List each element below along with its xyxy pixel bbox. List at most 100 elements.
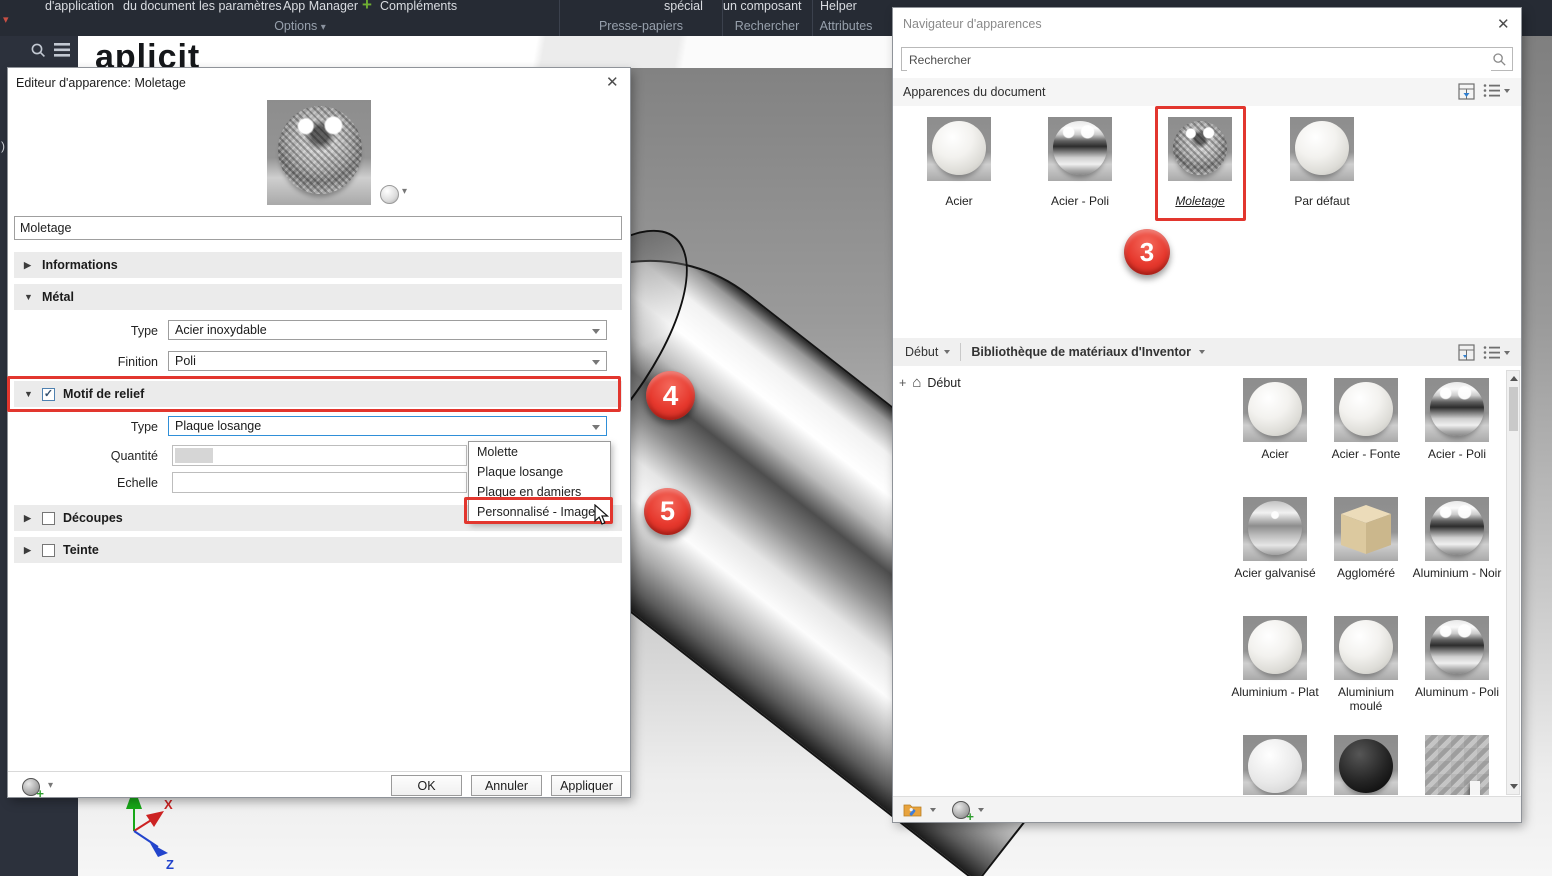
material-aluminium-noir[interactable]: Aluminium - Noir [1412, 497, 1502, 580]
material-row4-item2[interactable] [1321, 735, 1411, 795]
plus-icon[interactable]: + [899, 376, 906, 390]
expander-expanded-icon[interactable]: ▼ [24, 292, 34, 302]
material-acier-poli[interactable]: Acier - Poli [1412, 378, 1502, 461]
chevron-down-icon[interactable] [930, 808, 936, 812]
menu-hamburger-icon[interactable] [54, 43, 70, 57]
chevron-down-icon[interactable] [1199, 350, 1205, 354]
chevron-down-icon[interactable]: ▾ [402, 186, 407, 197]
ribbon-tab-parametres[interactable]: les paramètres [199, 0, 282, 13]
ok-button[interactable]: OK [391, 775, 462, 796]
ribbon-group-options[interactable]: Options ▾ [262, 19, 338, 33]
assign-to-document-icon[interactable] [1458, 344, 1475, 361]
material-label: Aluminum - Poli [1412, 685, 1502, 699]
quantite-input[interactable] [172, 445, 467, 466]
annuler-button[interactable]: Annuler [471, 775, 542, 796]
appliquer-button[interactable]: Appliquer [551, 775, 622, 796]
quick-access-caret-icon[interactable]: ▾ [3, 13, 9, 26]
search-icon[interactable] [1492, 52, 1507, 67]
ribbon-tab-options-document[interactable]: du document [123, 0, 195, 13]
material-aluminum-poli[interactable]: Aluminum - Poli [1412, 616, 1502, 699]
search-icon[interactable] [30, 42, 46, 58]
decoupes-checkbox[interactable] [42, 512, 55, 525]
manage-library-folder-icon[interactable] [903, 802, 922, 818]
close-icon[interactable]: ✕ [606, 73, 619, 91]
teinte-checkbox[interactable] [42, 544, 55, 557]
expander-collapsed-icon[interactable]: ▶ [24, 545, 34, 556]
home-icon: ⌂ [912, 374, 921, 391]
finition-combobox[interactable]: Poli [168, 351, 607, 371]
expander-collapsed-icon[interactable]: ▶ [24, 260, 34, 271]
doc-item-label: Acier [904, 194, 1014, 208]
close-icon[interactable]: ✕ [1497, 15, 1510, 33]
doc-appearance-acier-poli[interactable]: Acier - Poli [1025, 117, 1135, 208]
dropdown-item-molette[interactable]: Molette [469, 442, 610, 462]
scrollbar-thumb[interactable] [1509, 387, 1518, 431]
ribbon-tab-options-application[interactable]: d'application [45, 0, 114, 13]
expander-collapsed-icon[interactable]: ▶ [24, 513, 34, 524]
expander-expanded-icon[interactable]: ▼ [24, 389, 34, 399]
combo-value: Poli [175, 354, 196, 368]
view-list-icon[interactable] [1483, 83, 1500, 98]
matte-sphere-icon [1248, 382, 1302, 436]
material-acier[interactable]: Acier [1230, 378, 1320, 461]
doc-appearance-par-defaut[interactable]: Par défaut [1267, 117, 1377, 208]
debut-dropdown[interactable]: Début [905, 345, 938, 359]
material-agglomere[interactable]: Aggloméré [1321, 497, 1411, 580]
panel-footer-toolbar: + [893, 796, 1521, 822]
chrome-sphere-icon [1430, 620, 1484, 674]
ribbon-button-inserer-composant[interactable]: un composant [723, 0, 802, 13]
new-appearance-button[interactable]: + [22, 778, 40, 796]
relief-type-combobox[interactable]: Plaque losange [168, 416, 607, 436]
scroll-up-icon[interactable] [1510, 376, 1518, 381]
library-navigation-bar: Début Bibliothèque de matériaux d'Invent… [893, 338, 1521, 366]
material-aluminium-plat[interactable]: Aluminium - Plat [1230, 616, 1320, 699]
echelle-input[interactable] [172, 472, 467, 493]
chevron-down-icon[interactable] [1504, 89, 1510, 93]
material-aluminium-moule[interactable]: Aluminium moulé [1321, 616, 1411, 713]
doc-item-label: Par défaut [1267, 194, 1377, 208]
scroll-down-icon[interactable] [1510, 784, 1518, 789]
dropdown-item-plaque-damiers[interactable]: Plaque en damiers [469, 482, 610, 502]
ribbon-tab-app-manager[interactable]: App Manager [283, 0, 358, 13]
material-label: Aluminium moulé [1321, 685, 1411, 713]
preview-scene-button[interactable] [380, 185, 399, 204]
chevron-down-icon[interactable] [978, 808, 984, 812]
search-input[interactable] [907, 49, 1491, 71]
material-row4-item3[interactable] [1412, 735, 1502, 795]
dropdown-item-plaque-losange[interactable]: Plaque losange [469, 462, 610, 482]
ribbon-group-presse-papiers: Presse-papiers [596, 19, 686, 33]
chrome-sphere-icon [1430, 501, 1484, 555]
combo-value: Plaque losange [175, 419, 261, 433]
chevron-down-icon[interactable] [1504, 351, 1510, 355]
ribbon-tab-complements[interactable]: Compléments [380, 0, 457, 13]
section-informations[interactable]: ▶ Informations [14, 252, 622, 278]
search-box[interactable] [901, 47, 1513, 71]
ribbon-button-collage-special[interactable]: spécial [664, 0, 703, 13]
dropdown-item-personnalise-image[interactable]: Personnalisé - Image [469, 502, 610, 522]
library-dropdown[interactable]: Bibliothèque de matériaux d'Inventor [971, 345, 1191, 359]
create-appearance-button[interactable]: + [952, 801, 970, 819]
doc-appearance-acier[interactable]: Acier [904, 117, 1014, 208]
chevron-down-icon[interactable]: ▾ [48, 780, 53, 791]
matte-sphere-icon [932, 121, 986, 175]
metal-type-combobox[interactable]: Acier inoxydable [168, 320, 607, 340]
material-label: Acier [1230, 447, 1320, 461]
view-list-icon[interactable] [1483, 345, 1500, 360]
assign-to-document-icon[interactable] [1458, 83, 1475, 100]
tree-item-debut[interactable]: + ⌂ Début [899, 374, 961, 391]
material-acier-galvanise[interactable]: Acier galvanisé [1230, 497, 1320, 580]
ribbon-button-helper[interactable]: Helper [820, 0, 857, 13]
section-teinte[interactable]: ▶ Teinte [14, 537, 622, 563]
section-metal[interactable]: ▼ Métal [14, 284, 622, 310]
chevron-down-icon[interactable] [944, 350, 950, 354]
relief-checkbox[interactable]: ✓ [42, 388, 55, 401]
material-acier-fonte[interactable]: Acier - Fonte [1321, 378, 1411, 461]
doc-item-label: Acier - Poli [1025, 194, 1135, 208]
material-row4-item1[interactable] [1230, 735, 1320, 795]
appearance-name-input[interactable] [14, 216, 622, 240]
galvanized-sphere-icon [1248, 501, 1302, 555]
dialog-title: Editeur d'apparence: Moletage [16, 76, 186, 90]
section-motif-de-relief[interactable]: ▼ ✓ Motif de relief [14, 381, 622, 407]
doc-appearance-moletage[interactable]: Moletage [1145, 117, 1255, 208]
grid-scrollbar[interactable] [1506, 370, 1520, 795]
